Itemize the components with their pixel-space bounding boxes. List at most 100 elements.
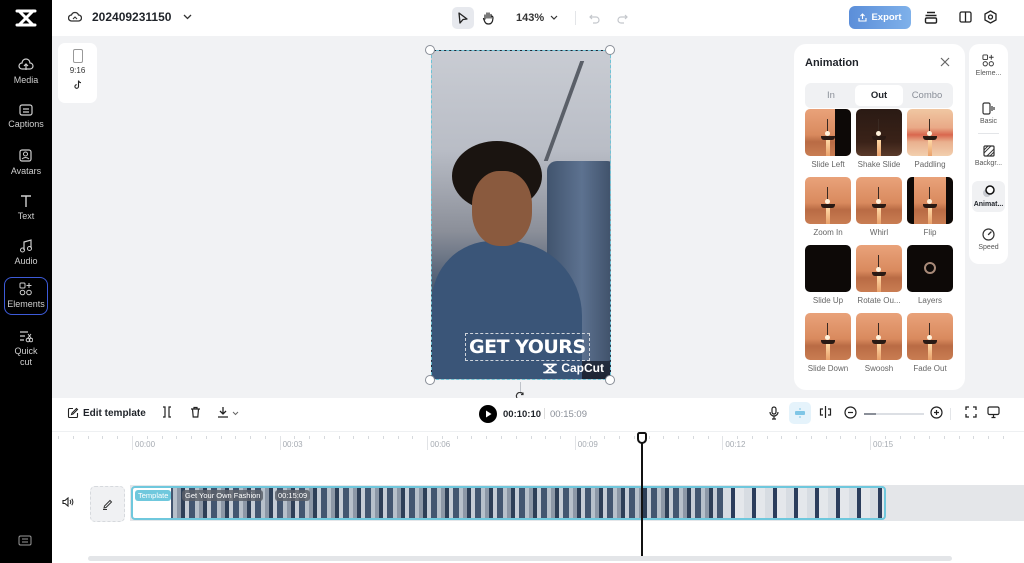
play-button[interactable] [479, 405, 497, 423]
animation-preset-label: Whirl [869, 228, 889, 237]
zoom-out-icon[interactable] [844, 406, 857, 419]
undo-icon[interactable] [589, 13, 601, 24]
delete-icon[interactable] [190, 406, 201, 418]
tab-out[interactable]: Out [855, 85, 903, 106]
animation-preset-card[interactable]: Zoom In [805, 177, 851, 245]
cloud-save-icon[interactable] [68, 11, 82, 24]
prop-item-basic[interactable]: Basic [972, 98, 1005, 129]
chevron-down-icon[interactable] [183, 14, 192, 20]
prop-item-animation[interactable]: Animat... [972, 181, 1005, 212]
aspect-ratio-card[interactable]: 9:16 [58, 43, 97, 103]
resize-handle-bottom-left[interactable] [425, 375, 435, 385]
glow-graphic [877, 344, 881, 360]
export-button[interactable]: Export [849, 6, 911, 29]
animation-preset-label: Shake Slide [857, 160, 901, 169]
auto-snap-button[interactable] [789, 402, 811, 424]
rail-item-text[interactable]: Text [4, 194, 48, 222]
rail-item-quick-cut[interactable]: Quick cut [4, 330, 48, 368]
project-name[interactable]: 202409231150 [92, 10, 171, 24]
redo-icon[interactable] [616, 13, 628, 24]
prop-item-speed[interactable]: Speed [972, 224, 1005, 255]
ruler-minor-tick [338, 436, 340, 439]
edit-cover-button[interactable] [90, 486, 125, 522]
capcut-logo-icon [543, 363, 558, 373]
rail-item-label: Elements [7, 299, 45, 309]
prop-item-elements[interactable]: Eleme... [972, 50, 1005, 81]
rail-item-avatars[interactable]: Avatars [4, 149, 48, 177]
elements-icon [19, 282, 32, 296]
animation-preset-card[interactable]: Layers [907, 245, 953, 313]
animation-preset-card[interactable]: Whirl [856, 177, 902, 245]
rail-item-elements[interactable]: Elements [4, 277, 48, 315]
playhead[interactable] [641, 432, 643, 557]
fullscreen-icon[interactable] [965, 406, 977, 418]
animation-preset-label: Rotate Ou... [857, 296, 901, 305]
capcut-logo-icon[interactable] [14, 8, 38, 28]
ruler-minor-tick [58, 436, 60, 439]
animation-preset-card[interactable]: Slide Left [805, 109, 851, 177]
chevron-down-icon[interactable] [550, 15, 558, 21]
upload-icon [858, 13, 868, 22]
rail-item-label: Audio [14, 256, 38, 266]
video-track: Template Get Your Own Fashion 00:15:09 [52, 485, 1024, 523]
video-clip[interactable]: Template Get Your Own Fashion 00:15:09 [131, 486, 886, 520]
timeline-horizontal-scrollbar[interactable] [88, 556, 952, 561]
tab-combo[interactable]: Combo [903, 85, 951, 106]
zoom-in-icon[interactable] [930, 406, 943, 419]
rail-item-captions[interactable]: Captions [4, 104, 48, 130]
microphone-icon[interactable] [769, 406, 779, 420]
ruler-tick-label: 00:06 [430, 440, 451, 449]
edit-template-button[interactable]: Edit template [67, 407, 146, 419]
ruler-minor-tick [560, 436, 562, 439]
animation-preset-card[interactable]: Paddling [907, 109, 953, 177]
clip-name: Get Your Own Fashion [182, 490, 264, 501]
ruler-minor-tick [929, 436, 931, 439]
video-preview[interactable]: GET YOURS CapCut [431, 50, 611, 380]
animation-preset-card[interactable]: Rotate Ou... [856, 245, 902, 313]
close-icon[interactable] [940, 57, 950, 67]
speed-icon [982, 228, 995, 241]
screen-toggle-icon[interactable] [987, 406, 1000, 419]
chevron-down-icon[interactable] [232, 411, 239, 416]
keyboard-shortcuts-icon[interactable] [18, 535, 32, 546]
ruler-major-tick [427, 436, 429, 450]
select-tool-button[interactable] [452, 7, 474, 29]
ruler-minor-tick [855, 436, 857, 439]
animation-preset-card[interactable]: Fade Out [907, 313, 953, 381]
animation-preset-label: Slide Left [811, 160, 845, 169]
resize-handle-bottom-right[interactable] [605, 375, 615, 385]
ruler-minor-tick [737, 436, 739, 439]
ruler-minor-tick [604, 436, 606, 439]
resize-handle-top-right[interactable] [605, 45, 615, 55]
playhead-handle[interactable] [637, 432, 647, 444]
split-align-icon[interactable] [819, 406, 832, 418]
text-icon [21, 195, 31, 207]
volume-icon[interactable] [62, 497, 74, 507]
timeline-ruler[interactable]: 00:00 00:03 00:06 00:09 00:12 00:15 [52, 431, 1024, 451]
rail-item-media[interactable]: Media [4, 58, 48, 86]
settings-icon[interactable] [984, 10, 997, 24]
animation-preview-thumbnail [856, 245, 902, 292]
prop-item-background[interactable]: Backgr... [972, 141, 1005, 171]
animation-preset-card[interactable]: Flip [907, 177, 953, 245]
zoom-level[interactable]: 143% [516, 12, 544, 24]
hand-tool-button[interactable] [477, 7, 499, 29]
layers-icon[interactable] [924, 11, 938, 24]
tab-in[interactable]: In [807, 85, 855, 106]
resize-handle-top-left[interactable] [425, 45, 435, 55]
animation-preset-card[interactable]: Swoosh [856, 313, 902, 381]
split-clip-icon[interactable] [162, 406, 172, 418]
music-note-icon [20, 239, 32, 253]
animation-preset-card[interactable]: Slide Up [805, 245, 851, 313]
animation-preset-card[interactable]: Shake Slide [856, 109, 902, 177]
download-icon[interactable] [217, 406, 229, 418]
ruler-minor-tick [914, 436, 916, 439]
rail-item-label: Media [13, 75, 39, 85]
rail-item-audio[interactable]: Audio [4, 239, 48, 267]
ruler-major-tick [132, 436, 133, 450]
timeline-zoom-slider[interactable] [864, 413, 924, 415]
overlay-text[interactable]: GET YOURS [465, 333, 590, 361]
split-view-icon[interactable] [959, 11, 972, 23]
animation-preset-card[interactable]: Slide Down [805, 313, 851, 381]
ruler-minor-tick [648, 436, 650, 439]
